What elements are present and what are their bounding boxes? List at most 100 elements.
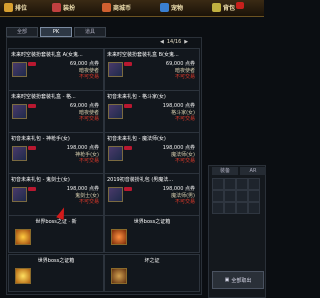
item-card[interactable]: 未来时空装扮套装礼盒 B(女鬼... 69,000 点券 暗夜使者 不可交易	[104, 48, 200, 91]
item-price: 69,000 点券	[69, 61, 99, 67]
item-price: 198,000 点券	[66, 186, 99, 192]
take-all-label: 全部取出	[231, 277, 252, 284]
inventory-slot[interactable]	[236, 190, 248, 202]
item-price: 198,000 点券	[66, 145, 99, 151]
boss-token-icon	[15, 229, 31, 245]
tab-equipment[interactable]: 装备	[212, 167, 238, 175]
notification-badge	[236, 2, 244, 9]
item-title: 未来时空装扮套装礼盒 B(女鬼...	[107, 52, 179, 58]
item-title: 初音未来礼包 - 鬼剑士(女)	[11, 177, 70, 183]
new-badge	[124, 187, 132, 191]
tab-ar[interactable]: AR	[240, 167, 266, 175]
item-title: 未来时空装扮套装礼盒 A(女鬼...	[11, 52, 83, 58]
topbar-label: 装扮	[63, 5, 76, 12]
item-price: 69,000 点券	[165, 61, 195, 67]
item-icon	[12, 62, 27, 77]
new-badge	[124, 104, 132, 108]
new-badge	[28, 187, 36, 191]
item-card[interactable]: 初音未来礼包 - 鬼剑士(女) 198,000 点券 鬼剑士(女) 不可交易	[8, 173, 104, 216]
item-title: 坏之证	[144, 258, 160, 264]
item-title: 2019初音装扮礼包 (男魔法...	[107, 177, 174, 183]
outfit-icon	[52, 3, 61, 12]
item-trade-status: 不可交易	[78, 158, 99, 164]
new-badge	[28, 146, 36, 150]
item-price: 198,000 点券	[162, 186, 195, 192]
item-card[interactable]: 初音未来礼包 - 格斗家(女) 198,000 点券 格斗家(女) 不可交易	[104, 90, 200, 133]
topbar-label: 背包	[223, 5, 236, 12]
item-trade-status: 不可交易	[78, 199, 99, 205]
top-bar: 排位 装扮 商城币 宠物 背包	[0, 0, 264, 17]
item-price: 198,000 点券	[162, 145, 195, 151]
boss-item-card[interactable]: 坏之证	[104, 254, 200, 292]
boss-box-icon	[15, 268, 31, 284]
topbar-item-rank[interactable]: 排位	[4, 2, 27, 13]
item-icon	[108, 62, 123, 77]
topbar-label: 宠物	[171, 5, 184, 12]
boss-item-card[interactable]: 世界boss之证 · 新	[8, 215, 104, 253]
inventory-slot[interactable]	[224, 202, 236, 214]
rank-icon	[4, 3, 13, 12]
item-icon	[12, 187, 27, 202]
inventory-tabs: 装备 AR	[212, 167, 266, 175]
item-icon	[108, 187, 123, 202]
item-title: 世界boss之证箱	[133, 219, 171, 225]
boss-item-card[interactable]: 世界boss之证箱	[8, 254, 104, 292]
inventory-slot[interactable]	[224, 178, 236, 190]
inventory-slot[interactable]	[248, 178, 260, 190]
prev-page-button[interactable]: ◀	[160, 39, 164, 45]
boss-box-icon	[111, 229, 127, 245]
item-icon	[108, 104, 123, 119]
new-badge	[124, 62, 132, 66]
inventory-slot[interactable]	[212, 202, 224, 214]
item-icon	[12, 146, 27, 161]
inventory-slot[interactable]	[212, 178, 224, 190]
item-card[interactable]: 未来时空装扮套装礼盒 - 格... 69,000 点券 暗夜使者 不可交易	[8, 90, 104, 133]
new-badge	[124, 146, 132, 150]
item-card[interactable]: 2019初音装扮礼包 (男魔法... 198,000 点券 魔法师(男) 不可交…	[104, 173, 200, 216]
inventory-slot[interactable]	[236, 202, 248, 214]
item-icon	[108, 146, 123, 161]
item-price: 69,000 点券	[69, 103, 99, 109]
topbar-item-mall-coin[interactable]: 商城币	[102, 2, 131, 13]
topbar-item-outfit[interactable]: 装扮	[52, 2, 75, 13]
item-title: 未来时空装扮套装礼盒 - 格...	[11, 94, 76, 100]
take-all-button[interactable]: ▣ 全部取出	[212, 271, 264, 289]
item-trade-status: 不可交易	[174, 74, 195, 80]
inventory-slot[interactable]	[212, 190, 224, 202]
topbar-item-bag[interactable]: 背包	[212, 2, 235, 13]
item-price: 198,000 点券	[162, 103, 195, 109]
tab-pk[interactable]: PK	[40, 27, 72, 37]
inventory-slot[interactable]	[248, 190, 260, 202]
boss-item-card[interactable]: 世界boss之证箱	[104, 215, 200, 253]
item-trade-status: 不可交易	[174, 199, 195, 205]
item-card[interactable]: 初音未来礼包 - 魔法师(女) 198,000 点券 魔法师(女) 不可交易	[104, 132, 200, 175]
page-indicator: 14/16	[166, 39, 182, 45]
inventory-slot[interactable]	[236, 178, 248, 190]
item-trade-status: 不可交易	[174, 116, 195, 122]
item-title: 世界boss之证箱	[37, 258, 75, 264]
item-title: 初音未来礼包 - 魔法师(女)	[107, 136, 166, 142]
topbar-label: 商城币	[113, 5, 132, 12]
item-trade-status: 不可交易	[174, 158, 195, 164]
topbar-label: 排位	[15, 5, 28, 12]
next-page-button[interactable]: ▶	[184, 39, 188, 45]
tab-items[interactable]: 道具	[74, 27, 106, 37]
item-trade-status: 不可交易	[78, 116, 99, 122]
item-card[interactable]: 未来时空装扮套装礼盒 A(女鬼... 69,000 点券 暗夜使者 不可交易	[8, 48, 104, 91]
item-title: 初音未来礼包 - 神枪手(女)	[11, 136, 70, 142]
key-icon	[111, 268, 127, 284]
category-tabs: 全部 PK 道具	[6, 27, 106, 37]
item-icon	[12, 104, 27, 119]
new-badge	[28, 104, 36, 108]
inventory-slot[interactable]	[224, 190, 236, 202]
topbar-item-pet[interactable]: 宠物	[160, 2, 183, 13]
tab-all[interactable]: 全部	[6, 27, 38, 37]
inventory-slot[interactable]	[248, 202, 260, 214]
item-title: 世界boss之证 · 新	[35, 219, 77, 225]
pet-icon	[160, 3, 169, 12]
item-title: 初音未来礼包 - 格斗家(女)	[107, 94, 166, 100]
coin-icon	[102, 3, 111, 12]
box-icon: ▣	[224, 277, 230, 283]
new-badge	[28, 62, 36, 66]
item-card[interactable]: 初音未来礼包 - 神枪手(女) 198,000 点券 神枪手(女) 不可交易	[8, 132, 104, 175]
